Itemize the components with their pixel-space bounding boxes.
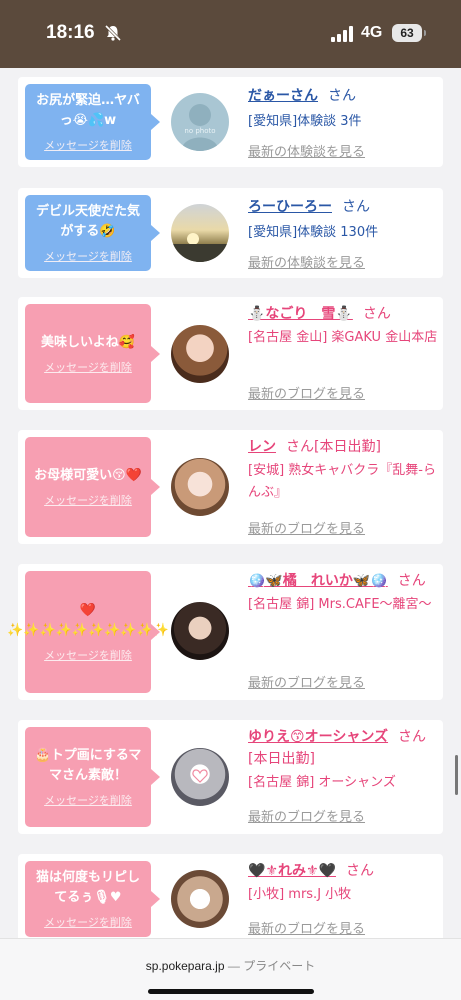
view-latest-link[interactable]: 最新のブログを見る bbox=[248, 918, 365, 937]
message-card: 美味しいよね🥰 メッセージを削除 ⛄なごり 雪⛄ さん [名古屋 金山] 楽GAK… bbox=[18, 297, 443, 410]
user-info: だぁーさん さん [愛知県]体験談 3件 bbox=[248, 85, 438, 133]
honorific: さん bbox=[328, 88, 356, 104]
shop-detail: [小牧] mrs.J 小牧 bbox=[248, 887, 352, 902]
woman-photo-avatar[interactable] bbox=[171, 458, 229, 516]
browser-url-bar[interactable]: sp.pokepara.jp — プライベート bbox=[0, 938, 461, 1000]
woman-photo-avatar[interactable] bbox=[171, 748, 229, 806]
message-card: お母様可愛い😚❤️ メッセージを削除 レン さん[本日出勤] [安城] 熟女キャバ… bbox=[18, 430, 443, 544]
user-info: 🪩🦋橘 れいか🦋🪩 さん [名古屋 錦] Mrs.CAFE〜離宮〜 bbox=[248, 570, 438, 616]
home-indicator[interactable] bbox=[148, 989, 314, 994]
message-text: お尻が緊迫…ヤバっ😭💦w bbox=[36, 93, 140, 128]
no-photo-avatar[interactable]: no photo bbox=[171, 93, 229, 151]
battery-indicator: 63 bbox=[392, 24, 426, 42]
delete-message-link[interactable]: メッセージを削除 bbox=[44, 792, 132, 808]
svg-text:no photo: no photo bbox=[184, 127, 215, 135]
message-text: お母様可愛い😚❤️ bbox=[34, 468, 142, 483]
private-mode-label: — プライベート bbox=[227, 959, 316, 973]
honorific: さん bbox=[342, 199, 370, 215]
message-text: デビル天使だた気がする🤣 bbox=[35, 204, 140, 239]
honorific: さん bbox=[362, 306, 391, 322]
view-latest-link[interactable]: 最新のブログを見る bbox=[248, 518, 365, 537]
user-info: レン さん[本日出勤] [安城] 熟女キャバクラ『乱舞-らんぶ』 bbox=[248, 436, 438, 504]
user-detail: [愛知県]体験談 3件 bbox=[248, 114, 362, 129]
message-bubble: お母様可愛い😚❤️ メッセージを削除 bbox=[25, 437, 160, 537]
message-card: 🎂トプ画にするママさん素敵！ メッセージを削除 ゆりえ😙オーシャンズ さん[本日出… bbox=[18, 720, 443, 834]
view-latest-link[interactable]: 最新のブログを見る bbox=[248, 383, 365, 402]
user-detail: [愛知県]体験談 130件 bbox=[248, 225, 379, 240]
user-name-link[interactable]: ⛄なごり 雪⛄ bbox=[248, 306, 353, 322]
message-bubble: ❤️ ✨✨✨✨✨✨✨✨✨✨ メッセージを削除 bbox=[7, 571, 169, 693]
message-bubble: お尻が緊迫…ヤバっ😭💦w メッセージを削除 bbox=[25, 84, 160, 160]
user-info: 🖤⚜れみ⚜🖤 さん [小牧] mrs.J 小牧 bbox=[248, 860, 438, 906]
url-host[interactable]: sp.pokepara.jp bbox=[146, 959, 225, 973]
message-text: 🎂トプ画にするママさん素敵！ bbox=[34, 748, 142, 783]
delete-message-link[interactable]: メッセージを削除 bbox=[44, 647, 132, 663]
shop-detail: [名古屋 錦] オーシャンズ bbox=[248, 775, 396, 790]
honorific: さん bbox=[397, 573, 426, 589]
view-latest-link[interactable]: 最新のブログを見る bbox=[248, 806, 365, 825]
person-silhouette-icon: no photo bbox=[181, 104, 219, 151]
user-name-link[interactable]: レン bbox=[248, 439, 276, 455]
message-bubble: 美味しいよね🥰 メッセージを削除 bbox=[25, 304, 160, 403]
user-info: ろーひーろー さん [愛知県]体験談 130件 bbox=[248, 196, 438, 244]
shop-detail: [安城] 熟女キャバクラ『乱舞-らんぶ』 bbox=[248, 463, 436, 500]
message-card: お尻が緊迫…ヤバっ😭💦w メッセージを削除 no photo だぁーさん さん [… bbox=[18, 77, 443, 167]
message-bubble: デビル天使だた気がする🤣 メッセージを削除 bbox=[25, 195, 160, 271]
network-type: 4G bbox=[361, 24, 383, 41]
delete-message-link[interactable]: メッセージを削除 bbox=[44, 137, 132, 153]
message-card: デビル天使だた気がする🤣 メッセージを削除 ろーひーろー さん [愛知県]体験談 … bbox=[18, 188, 443, 278]
message-card: ❤️ ✨✨✨✨✨✨✨✨✨✨ メッセージを削除 🪩🦋橘 れいか🦋🪩 さん [名古屋 … bbox=[7, 564, 443, 700]
woman-photo-avatar[interactable] bbox=[171, 870, 229, 928]
message-list[interactable]: お尻が緊迫…ヤバっ😭💦w メッセージを削除 no photo だぁーさん さん [… bbox=[0, 68, 461, 938]
shop-detail: [名古屋 錦] Mrs.CAFE〜離宮〜 bbox=[248, 597, 432, 612]
user-name-link[interactable]: 🖤⚜れみ⚜🖤 bbox=[248, 863, 336, 879]
shop-detail: [名古屋 金山] 楽GAKU 金山本店 bbox=[248, 330, 438, 345]
user-name-link[interactable]: ろーひーろー bbox=[248, 199, 332, 215]
message-bubble: 猫は何度もリピしてるぅ🎙♥ メッセージを削除 bbox=[25, 861, 160, 937]
status-bar: 18:16 4G 63 bbox=[0, 0, 461, 68]
honorific: さん bbox=[345, 863, 374, 879]
heart-icon bbox=[192, 769, 208, 783]
delete-message-link[interactable]: メッセージを削除 bbox=[44, 914, 132, 930]
delete-message-link[interactable]: メッセージを削除 bbox=[44, 248, 132, 264]
view-latest-link[interactable]: 最新の体験談を見る bbox=[248, 141, 365, 160]
honorific: さん[本日出勤] bbox=[286, 439, 381, 455]
view-latest-link[interactable]: 最新のブログを見る bbox=[248, 672, 365, 691]
user-info: ゆりえ😙オーシャンズ さん[本日出勤] [名古屋 錦] オーシャンズ bbox=[248, 726, 438, 794]
scrollbar[interactable] bbox=[455, 755, 458, 795]
user-name-link[interactable]: 🪩🦋橘 れいか🦋🪩 bbox=[248, 573, 388, 589]
woman-photo-avatar[interactable] bbox=[171, 325, 229, 383]
delete-message-link[interactable]: メッセージを削除 bbox=[44, 492, 132, 508]
message-text: ❤️ ✨✨✨✨✨✨✨✨✨✨ bbox=[7, 603, 169, 638]
message-bubble: 🎂トプ画にするママさん素敵！ メッセージを削除 bbox=[25, 727, 160, 827]
message-card: 猫は何度もリピしてるぅ🎙♥ メッセージを削除 🖤⚜れみ⚜🖤 さん [小牧] mrs… bbox=[18, 854, 443, 938]
delete-message-link[interactable]: メッセージを削除 bbox=[44, 359, 132, 375]
view-latest-link[interactable]: 最新の体験談を見る bbox=[248, 252, 365, 271]
signal-icon bbox=[331, 26, 353, 42]
message-text: 美味しいよね🥰 bbox=[41, 334, 135, 350]
sunset-icon bbox=[171, 233, 229, 262]
user-name-link[interactable]: だぁーさん bbox=[248, 88, 318, 104]
woman-photo-avatar[interactable] bbox=[171, 602, 229, 660]
user-info: ⛄なごり 雪⛄ さん [名古屋 金山] 楽GAKU 金山本店 bbox=[248, 303, 438, 349]
user-name-link[interactable]: ゆりえ😙オーシャンズ bbox=[248, 729, 388, 745]
sunset-avatar[interactable] bbox=[171, 204, 229, 262]
status-time: 18:16 bbox=[46, 22, 95, 43]
message-text: 猫は何度もリピしてるぅ🎙♥ bbox=[35, 870, 140, 905]
bell-muted-icon bbox=[104, 24, 122, 42]
